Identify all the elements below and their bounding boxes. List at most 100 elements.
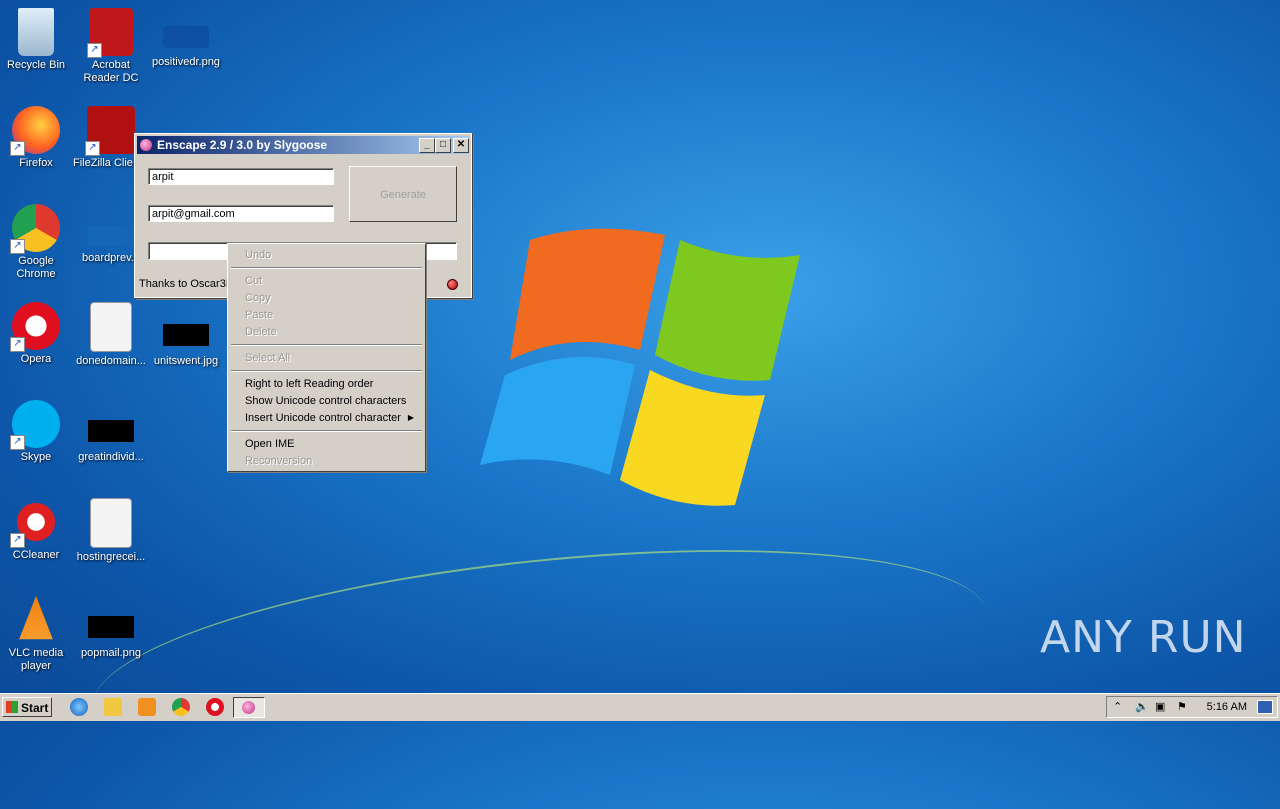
app-icon — [140, 139, 152, 151]
start-button[interactable]: Start — [2, 697, 52, 717]
desktop-icon-label: Skype — [20, 451, 52, 463]
desktop-icon-acrobat[interactable]: ↗ Acrobat Reader DC — [73, 8, 149, 85]
menu-separator — [231, 430, 422, 432]
action-center-flag-icon[interactable]: ⚑ — [1177, 700, 1187, 713]
desktop-icon-skype[interactable]: ↗ Skype — [0, 400, 74, 464]
menu-separator — [231, 267, 422, 269]
opera-taskbar-icon[interactable] — [206, 698, 224, 716]
network-icon[interactable]: ▣ — [1155, 700, 1165, 713]
menu-item-rtl-reading-order[interactable]: Right to left Reading order — [245, 376, 420, 392]
desktop-icon-donedomain[interactable]: donedomain... — [73, 302, 149, 368]
desktop-icon-label: hostingrecei... — [76, 551, 146, 563]
context-menu: Undo Cut Copy Paste Delete Select All Ri… — [227, 243, 426, 472]
menu-separator — [231, 344, 422, 346]
opera-icon: ↗ — [10, 302, 60, 352]
desktop-icon-label: Google Chrome — [16, 255, 56, 280]
filezilla-icon: ↗ — [85, 106, 135, 156]
desktop-icon-label: FileZilla Client — [73, 157, 133, 169]
skype-icon: ↗ — [10, 400, 60, 450]
desktop-icon-opera[interactable]: ↗ Opera — [0, 302, 74, 366]
internet-explorer-icon[interactable] — [70, 698, 88, 716]
name-input[interactable]: arpit — [148, 168, 334, 185]
submenu-arrow-icon: ▶ — [407, 413, 414, 422]
desktop-icon-chrome[interactable]: ↗ Google Chrome — [0, 204, 74, 281]
acrobat-icon: ↗ — [87, 8, 133, 58]
system-tray: ⌃ 🔈 ▣ ⚑ 5:16 AM — [1106, 696, 1278, 718]
ccleaner-icon: ↗ — [10, 498, 60, 548]
desktop-icon-positivedr[interactable]: positivedr.png — [148, 8, 224, 69]
desktop-icon-hostingrecei[interactable]: hostingrecei... — [73, 498, 149, 564]
shortcut-arrow-icon: ↗ — [10, 337, 25, 352]
start-label: Start — [21, 701, 49, 715]
shortcut-arrow-icon: ↗ — [10, 239, 25, 254]
minimize-button[interactable]: _ — [419, 138, 435, 153]
desktop-icon-label: donedomain... — [76, 355, 146, 367]
email-input[interactable]: arpit@gmail.com — [148, 205, 334, 222]
media-player-icon[interactable] — [138, 698, 156, 716]
tray-expand-icon[interactable]: ⌃ — [1113, 700, 1122, 713]
menu-item-undo[interactable]: Undo — [245, 247, 420, 263]
desktop-icon-unitswent[interactable]: unitswent.jpg — [148, 302, 224, 368]
desktop-icon-recycle-bin[interactable]: Recycle Bin — [0, 8, 74, 72]
image-file-icon — [88, 420, 134, 442]
taskbar: Start ⌃ 🔈 ▣ ⚑ 5:16 AM — [0, 693, 1280, 721]
windows-flag-icon — [6, 701, 18, 713]
anyrun-watermark: ANY RUN — [1040, 612, 1247, 663]
shortcut-arrow-icon: ↗ — [10, 435, 25, 450]
taskbar-clock[interactable]: 5:16 AM — [1207, 697, 1247, 717]
desktop-icon-label: CCleaner — [12, 549, 60, 561]
volume-icon[interactable]: 🔈 — [1135, 700, 1149, 713]
desktop-icon-label: unitswent.jpg — [153, 355, 219, 367]
desktop-icon-label: popmail.png — [81, 647, 141, 659]
desktop-icon-ccleaner[interactable]: ↗ CCleaner — [0, 498, 74, 562]
desktop-wallpaper-swoosh — [81, 513, 999, 809]
firefox-icon: ↗ — [10, 106, 60, 156]
shortcut-arrow-icon: ↗ — [10, 141, 25, 156]
recycle-bin-icon — [18, 8, 54, 56]
image-file-icon — [163, 26, 209, 48]
windows-logo-wallpaper — [480, 228, 800, 506]
close-button[interactable]: ✕ — [453, 138, 469, 153]
menu-item-paste[interactable]: Paste — [245, 307, 420, 323]
desktop-icon-label: Acrobat Reader DC — [83, 59, 139, 84]
desktop-icon-label: positivedr.png — [152, 56, 220, 68]
menu-item-label: Insert Unicode control character — [245, 412, 401, 424]
window-title: Enscape 2.9 / 3.0 by Slygoose — [157, 138, 328, 152]
menu-item-cut[interactable]: Cut — [245, 273, 420, 289]
menu-item-copy[interactable]: Copy — [245, 290, 420, 306]
menu-item-reconversion[interactable]: Reconversion — [245, 453, 420, 469]
menu-item-open-ime[interactable]: Open IME — [245, 436, 420, 452]
desktop-icon-firefox[interactable]: ↗ Firefox — [0, 106, 74, 170]
window-titlebar[interactable]: Enscape 2.9 / 3.0 by Slygoose _ □ ✕ — [137, 136, 469, 154]
generate-button[interactable]: Generate — [349, 166, 457, 222]
status-indicator-icon — [447, 279, 458, 290]
desktop-icon-label: Opera — [20, 353, 52, 365]
desktop-icon-popmail[interactable]: popmail.png — [73, 596, 149, 660]
image-file-icon — [88, 226, 134, 246]
menu-item-select-all[interactable]: Select All — [245, 350, 420, 366]
taskbar-button-keygen[interactable] — [233, 697, 265, 718]
vlc-icon — [19, 596, 53, 640]
menu-separator — [231, 370, 422, 372]
desktop-icon-label: Recycle Bin — [6, 59, 66, 71]
desktop-icon-label: VLC media player — [8, 647, 64, 672]
status-text: Thanks to Oscar3D — [139, 278, 234, 290]
shortcut-arrow-icon: ↗ — [87, 43, 102, 58]
desktop-icon-label: Firefox — [19, 157, 53, 169]
show-desktop-icon[interactable] — [1257, 700, 1273, 714]
maximize-button[interactable]: □ — [435, 138, 451, 153]
image-file-icon — [88, 616, 134, 638]
chrome-taskbar-icon[interactable] — [172, 698, 190, 716]
explorer-folder-icon[interactable] — [104, 698, 122, 716]
word-document-icon — [90, 302, 132, 352]
image-file-icon — [163, 324, 209, 346]
keygen-app-icon — [242, 701, 255, 714]
menu-item-delete[interactable]: Delete — [245, 324, 420, 340]
menu-item-show-unicode-control[interactable]: Show Unicode control characters — [245, 393, 420, 409]
desktop-icon-vlc[interactable]: VLC media player — [0, 596, 74, 673]
shortcut-arrow-icon: ↗ — [85, 141, 100, 156]
shortcut-arrow-icon: ↗ — [10, 533, 25, 548]
desktop-icon-label: greatindivid... — [78, 451, 144, 463]
desktop-icon-greatindivid[interactable]: greatindivid... — [73, 400, 149, 464]
menu-item-insert-unicode-control[interactable]: Insert Unicode control character ▶ — [245, 410, 420, 426]
